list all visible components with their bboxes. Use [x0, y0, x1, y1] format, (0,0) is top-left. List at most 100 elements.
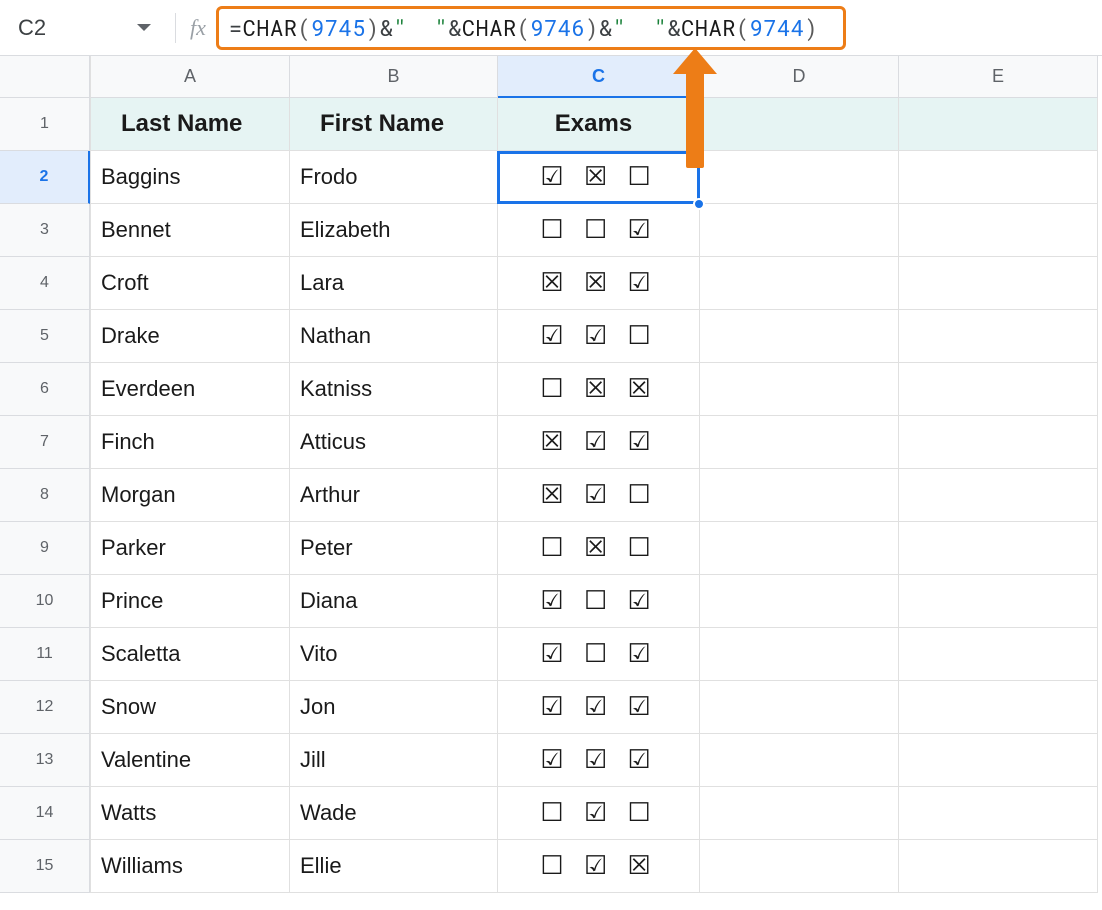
- row-head-4[interactable]: 4: [0, 257, 90, 310]
- cell-e1[interactable]: [899, 98, 1098, 151]
- cell-d10[interactable]: [700, 575, 899, 628]
- row-head-14[interactable]: 14: [0, 787, 90, 840]
- cell-a12[interactable]: Snow: [90, 681, 290, 734]
- cell-e15[interactable]: [899, 840, 1098, 893]
- cell-c14[interactable]: ☐ ☑ ☐: [498, 787, 700, 840]
- cell-b13[interactable]: Jill: [290, 734, 498, 787]
- cell-c8[interactable]: ☒ ☑ ☐: [498, 469, 700, 522]
- cell-e2[interactable]: [899, 151, 1098, 204]
- cell-d12[interactable]: [700, 681, 899, 734]
- row-head-7[interactable]: 7: [0, 416, 90, 469]
- cell-c7[interactable]: ☒ ☑ ☑: [498, 416, 700, 469]
- cell-d9[interactable]: [700, 522, 899, 575]
- cell-c15[interactable]: ☐ ☑ ☒: [498, 840, 700, 893]
- cell-a4[interactable]: Croft: [90, 257, 290, 310]
- cell-b2[interactable]: Frodo: [290, 151, 498, 204]
- row-head-3[interactable]: 3: [0, 204, 90, 257]
- cell-b9[interactable]: Peter: [290, 522, 498, 575]
- cell-a6[interactable]: Everdeen: [90, 363, 290, 416]
- cell-e5[interactable]: [899, 310, 1098, 363]
- cell-a5[interactable]: Drake: [90, 310, 290, 363]
- col-head-d[interactable]: D: [700, 56, 899, 98]
- cell-c3[interactable]: ☐ ☐ ☑: [498, 204, 700, 257]
- cell-e10[interactable]: [899, 575, 1098, 628]
- header-exams[interactable]: Exams: [498, 98, 700, 151]
- cell-c12[interactable]: ☑ ☑ ☑: [498, 681, 700, 734]
- formula-bar[interactable]: =CHAR(9745)&" "&CHAR(9746)&" "&CHAR(9744…: [216, 6, 846, 50]
- cell-b8[interactable]: Arthur: [290, 469, 498, 522]
- cell-e12[interactable]: [899, 681, 1098, 734]
- col-head-b[interactable]: B: [290, 56, 498, 98]
- cell-c13[interactable]: ☑ ☑ ☑: [498, 734, 700, 787]
- cell-d5[interactable]: [700, 310, 899, 363]
- fill-handle-icon[interactable]: [693, 198, 705, 210]
- cell-e8[interactable]: [899, 469, 1098, 522]
- cell-b15[interactable]: Ellie: [290, 840, 498, 893]
- cell-a14[interactable]: Watts: [90, 787, 290, 840]
- row-head-15[interactable]: 15: [0, 840, 90, 893]
- cell-a7[interactable]: Finch: [90, 416, 290, 469]
- cell-e11[interactable]: [899, 628, 1098, 681]
- cell-a10[interactable]: Prince: [90, 575, 290, 628]
- row-head-9[interactable]: 9: [0, 522, 90, 575]
- row-head-1[interactable]: 1: [0, 98, 90, 151]
- cell-d8[interactable]: [700, 469, 899, 522]
- cell-a15[interactable]: Williams: [90, 840, 290, 893]
- row-head-8[interactable]: 8: [0, 469, 90, 522]
- cell-c6[interactable]: ☐ ☒ ☒: [498, 363, 700, 416]
- cell-a8[interactable]: Morgan: [90, 469, 290, 522]
- cell-b12[interactable]: Jon: [290, 681, 498, 734]
- cell-b4[interactable]: Lara: [290, 257, 498, 310]
- cell-a3[interactable]: Bennet: [90, 204, 290, 257]
- cell-b10[interactable]: Diana: [290, 575, 498, 628]
- cell-a13[interactable]: Valentine: [90, 734, 290, 787]
- cell-a2[interactable]: Baggins: [90, 151, 290, 204]
- row-head-13[interactable]: 13: [0, 734, 90, 787]
- col-head-a[interactable]: A: [90, 56, 290, 98]
- cell-c4[interactable]: ☒ ☒ ☑: [498, 257, 700, 310]
- cell-e9[interactable]: [899, 522, 1098, 575]
- cell-e14[interactable]: [899, 787, 1098, 840]
- cell-d11[interactable]: [700, 628, 899, 681]
- cell-a11[interactable]: Scaletta: [90, 628, 290, 681]
- row-head-11[interactable]: 11: [0, 628, 90, 681]
- cell-b5[interactable]: Nathan: [290, 310, 498, 363]
- row-head-12[interactable]: 12: [0, 681, 90, 734]
- cell-d4[interactable]: [700, 257, 899, 310]
- header-first-name[interactable]: First Name: [290, 98, 498, 151]
- row-head-5[interactable]: 5: [0, 310, 90, 363]
- cell-d15[interactable]: [700, 840, 899, 893]
- cell-b14[interactable]: Wade: [290, 787, 498, 840]
- cell-d6[interactable]: [700, 363, 899, 416]
- row-head-10[interactable]: 10: [0, 575, 90, 628]
- name-box[interactable]: C2: [0, 8, 165, 48]
- col-head-c[interactable]: C: [498, 56, 700, 98]
- cell-b6[interactable]: Katniss: [290, 363, 498, 416]
- cell-c11[interactable]: ☑ ☐ ☑: [498, 628, 700, 681]
- cell-e13[interactable]: [899, 734, 1098, 787]
- cell-d3[interactable]: [700, 204, 899, 257]
- cell-b7[interactable]: Atticus: [290, 416, 498, 469]
- cell-e6[interactable]: [899, 363, 1098, 416]
- cell-c5[interactable]: ☑ ☑ ☐: [498, 310, 700, 363]
- row-head-6[interactable]: 6: [0, 363, 90, 416]
- select-all-corner[interactable]: [0, 56, 90, 98]
- cell-b3[interactable]: Elizabeth: [290, 204, 498, 257]
- cell-d2[interactable]: [700, 151, 899, 204]
- cell-a9[interactable]: Parker: [90, 522, 290, 575]
- col-head-e[interactable]: E: [899, 56, 1098, 98]
- cell-d13[interactable]: [700, 734, 899, 787]
- cell-d14[interactable]: [700, 787, 899, 840]
- cell-c2[interactable]: ☑ ☒ ☐: [498, 151, 700, 204]
- cell-c10[interactable]: ☑ ☐ ☑: [498, 575, 700, 628]
- cell-d7[interactable]: [700, 416, 899, 469]
- cell-c9[interactable]: ☐ ☒ ☐: [498, 522, 700, 575]
- cell-d1[interactable]: [700, 98, 899, 151]
- cell-e3[interactable]: [899, 204, 1098, 257]
- row-head-2[interactable]: 2: [0, 151, 90, 204]
- cell-b11[interactable]: Vito: [290, 628, 498, 681]
- cell-e4[interactable]: [899, 257, 1098, 310]
- spreadsheet-grid[interactable]: A B C D E 1 Last Name First Name Exams 2…: [0, 56, 1102, 893]
- header-last-name[interactable]: Last Name: [90, 98, 290, 151]
- cell-e7[interactable]: [899, 416, 1098, 469]
